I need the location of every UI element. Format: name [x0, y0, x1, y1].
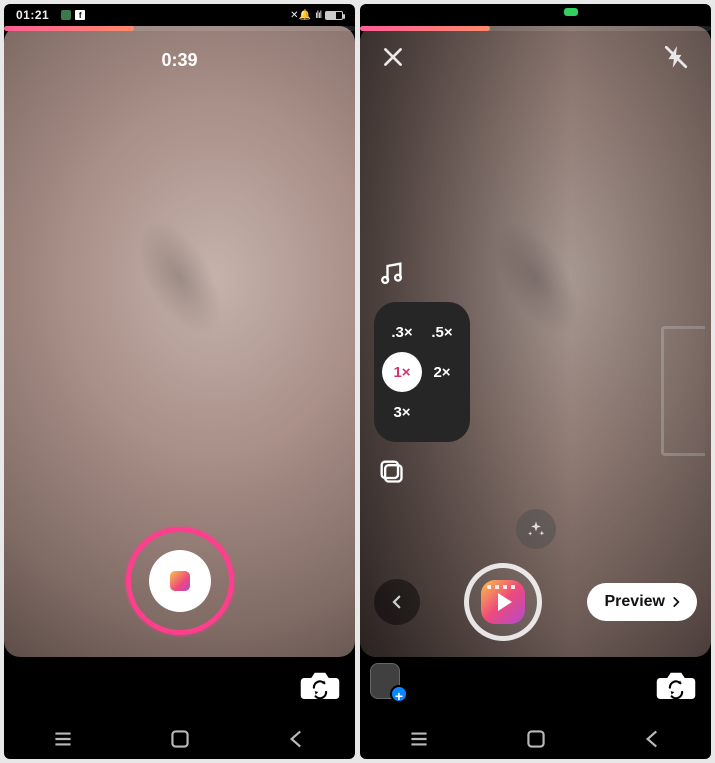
- phone-recording: 01:21 f ✕🔔 ılıl 0:39: [4, 4, 355, 759]
- capture-button[interactable]: [464, 563, 542, 641]
- android-nav-bar: [360, 719, 711, 759]
- flash-off-icon: [663, 44, 689, 70]
- flip-camera-button[interactable]: [299, 667, 341, 703]
- undo-button[interactable]: [374, 579, 420, 625]
- facebook-icon: f: [75, 10, 85, 20]
- preview-button[interactable]: Preview: [587, 583, 697, 621]
- plus-icon: +: [390, 685, 408, 703]
- camera-active-indicator: [564, 8, 578, 16]
- bottom-strip: [4, 657, 355, 719]
- speed-3x[interactable]: 3×: [382, 392, 422, 432]
- nav-home[interactable]: [150, 726, 210, 752]
- music-icon: [377, 259, 405, 287]
- nav-back[interactable]: [267, 726, 327, 752]
- record-inner: [149, 550, 211, 612]
- clock: 01:21: [16, 8, 49, 22]
- record-button[interactable]: [126, 527, 234, 635]
- flip-camera-button[interactable]: [655, 667, 697, 703]
- chevron-left-icon: [388, 593, 406, 611]
- mute-icon: ✕🔔: [290, 10, 311, 21]
- speed-0-5x[interactable]: .5×: [422, 312, 462, 352]
- close-button[interactable]: [376, 40, 410, 74]
- speed-1x[interactable]: 1×: [382, 352, 422, 392]
- record-progress: [4, 26, 355, 31]
- stop-icon: [170, 571, 190, 591]
- nav-recents[interactable]: [33, 726, 93, 752]
- camera-viewport: 0:39: [4, 26, 355, 657]
- layout-button[interactable]: [374, 454, 408, 488]
- android-nav-bar: [4, 719, 355, 759]
- layout-icon: [377, 457, 405, 485]
- record-progress: [360, 26, 711, 31]
- speed-popover: .3× .5× 1× 2× 3×: [374, 302, 470, 442]
- audio-button[interactable]: [374, 256, 408, 290]
- bottom-row: Preview: [360, 563, 711, 641]
- close-icon: [380, 44, 406, 70]
- chevron-right-icon: [669, 595, 683, 609]
- status-bar: 01:21 f ✕🔔 ılıl: [4, 4, 355, 26]
- status-right: ✕🔔 ılıl: [290, 10, 343, 21]
- add-clip-button[interactable]: +: [370, 663, 410, 703]
- nav-recents[interactable]: [389, 726, 449, 752]
- speed-2x[interactable]: 2×: [422, 352, 462, 392]
- battery-icon: [325, 11, 343, 20]
- record-timer: 0:39: [161, 50, 197, 71]
- flip-camera-icon: [655, 667, 697, 703]
- flash-toggle[interactable]: [659, 40, 693, 74]
- preview-label: Preview: [605, 593, 665, 611]
- bottom-strip: +: [360, 657, 711, 719]
- wall-frame: [661, 326, 705, 456]
- status-bar: [360, 4, 711, 26]
- nav-home[interactable]: [506, 726, 566, 752]
- reels-icon: [481, 580, 525, 624]
- phone-editor: .3× .5× 1× 2× 3×: [360, 4, 711, 759]
- status-indicator: [61, 10, 71, 20]
- side-toolbar: .3× .5× 1× 2× 3×: [374, 256, 470, 488]
- camera-viewport: .3× .5× 1× 2× 3×: [360, 26, 711, 657]
- signal-icon: ılıl: [315, 10, 321, 21]
- sparkle-icon: [526, 519, 546, 539]
- record-progress-fill: [360, 26, 490, 31]
- nav-back[interactable]: [623, 726, 683, 752]
- speed-0-3x[interactable]: .3×: [382, 312, 422, 352]
- effects-button[interactable]: [516, 509, 556, 549]
- record-progress-fill: [4, 26, 134, 31]
- flip-camera-icon: [299, 667, 341, 703]
